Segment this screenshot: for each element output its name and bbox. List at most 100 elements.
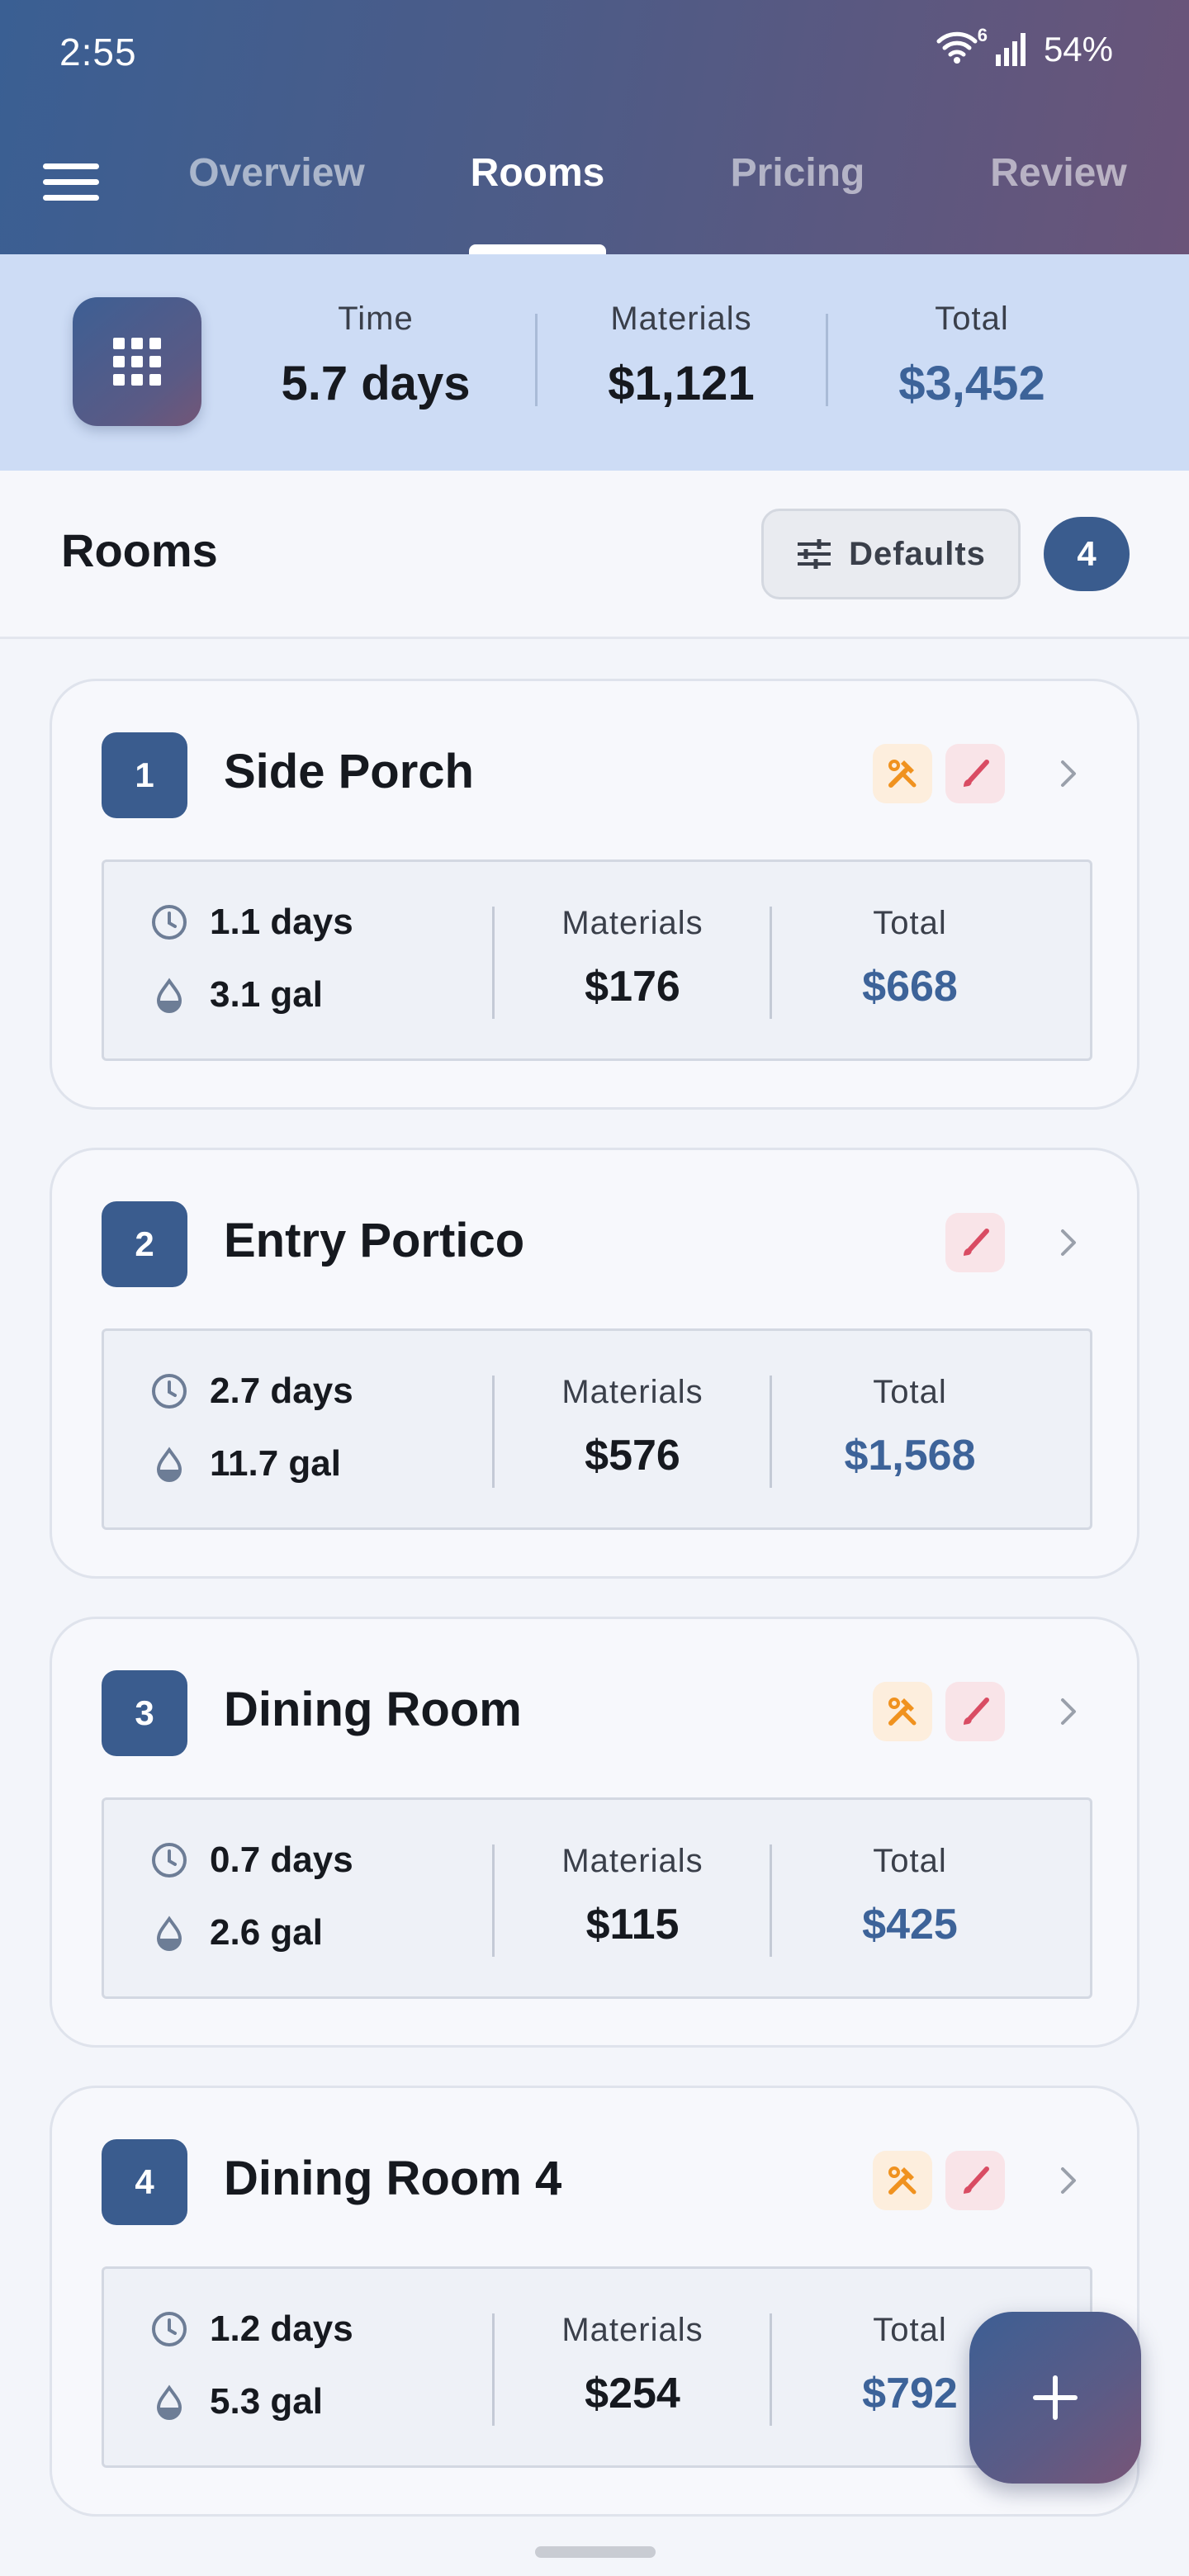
paint-drop-icon [150, 976, 188, 1014]
room-total: Total $425 [786, 1843, 1034, 1949]
room-gallons: 11.7 gal [210, 1443, 342, 1484]
summary-time-label: Time [338, 301, 414, 337]
clock-icon [150, 1841, 188, 1879]
paintbrush-icon [959, 1226, 992, 1259]
stat-divider [770, 2313, 772, 2426]
defaults-button[interactable]: Defaults [761, 509, 1021, 599]
room-total: Total $1,568 [786, 1374, 1034, 1480]
room-total-label: Total [873, 1374, 947, 1410]
tab-overview[interactable]: Overview [188, 150, 365, 196]
stat-divider [770, 1376, 772, 1488]
paint-drop-icon [150, 2383, 188, 2421]
room-name: Dining Room 4 [224, 2152, 562, 2205]
grid-icon[interactable] [73, 297, 201, 426]
room-duration: 1.1 days [150, 902, 353, 943]
status-time: 2:55 [59, 31, 137, 73]
active-tab-indicator [469, 244, 606, 254]
room-duration: 0.7 days [150, 1840, 353, 1881]
paint-drop-icon [150, 1445, 188, 1483]
room-days: 1.2 days [210, 2308, 353, 2349]
tab-rooms[interactable]: Rooms [452, 150, 623, 196]
room-stats: 2.7 days 11.7 gal Materials $576 Total $1,568 [102, 1328, 1092, 1530]
stat-divider [492, 907, 495, 1019]
room-count-badge: 4 [1044, 517, 1130, 591]
room-materials-value: $576 [585, 1432, 680, 1480]
tools-tag[interactable] [873, 744, 932, 803]
hammer-wrench-icon [886, 757, 919, 790]
summary-divider [535, 314, 538, 406]
paint-tag[interactable] [945, 2151, 1005, 2210]
room-gallons: 3.1 gal [210, 974, 323, 1015]
hammer-wrench-icon [886, 1695, 919, 1728]
tools-tag[interactable] [873, 1682, 932, 1741]
room-total-value: $1,568 [844, 1432, 976, 1480]
room-materials-label: Materials [561, 1843, 703, 1879]
room-name: Dining Room [224, 1683, 522, 1736]
tools-tag[interactable] [873, 2151, 932, 2210]
paint-tag[interactable] [945, 1213, 1005, 1272]
summary-total: Total $3,452 [854, 301, 1090, 411]
room-materials: Materials $115 [509, 1843, 756, 1949]
summary-time-value: 5.7 days [281, 357, 471, 410]
room-total-label: Total [873, 905, 947, 941]
room-materials-label: Materials [561, 2312, 703, 2348]
status-icons: 6 54% [936, 25, 1113, 69]
room-duration: 1.2 days [150, 2308, 353, 2350]
stat-divider [492, 1844, 495, 1957]
wifi-badge: 6 [977, 25, 988, 45]
room-materials-label: Materials [561, 1374, 703, 1410]
tab-pricing[interactable]: Pricing [712, 150, 883, 196]
room-days: 1.1 days [210, 902, 353, 942]
section-title: Rooms [61, 524, 218, 576]
room-stats: 0.7 days 2.6 gal Materials $115 Total $425 [102, 1797, 1092, 1999]
tab-review[interactable]: Review [979, 150, 1138, 196]
clock-icon [150, 903, 188, 941]
room-name: Side Porch [224, 745, 474, 798]
room-total-value: $668 [862, 963, 958, 1011]
room-paint-volume: 5.3 gal [150, 2381, 323, 2422]
room-days: 2.7 days [210, 1371, 353, 1411]
room-card[interactable]: 3 Dining Room 0.7 days 2.6 gal Materials $115… [50, 1617, 1139, 2048]
paintbrush-icon [959, 757, 992, 790]
room-number: 2 [102, 1201, 187, 1287]
chevron-right-icon[interactable] [1049, 1224, 1086, 1261]
paintbrush-icon [959, 1695, 992, 1728]
summary-materials-value: $1,121 [608, 357, 755, 410]
stat-divider [492, 2313, 495, 2426]
stat-divider [770, 1844, 772, 1957]
summary-materials: Materials $1,121 [561, 301, 801, 411]
room-gallons: 5.3 gal [210, 2381, 323, 2422]
room-materials-label: Materials [561, 905, 703, 941]
chevron-right-icon[interactable] [1049, 2162, 1086, 2199]
summary-time: Time 5.7 days [248, 301, 504, 411]
summary-materials-label: Materials [610, 301, 752, 337]
room-number: 1 [102, 732, 187, 818]
paintbrush-icon [959, 2164, 992, 2197]
summary-total-value: $3,452 [898, 357, 1045, 410]
app-header: 2:55 6 54% Overview Rooms Pricing Review [0, 0, 1189, 254]
room-gallons: 2.6 gal [210, 1912, 323, 1953]
stat-divider [492, 1376, 495, 1488]
status-bar: 2:55 6 54% [0, 0, 1189, 107]
tab-bar: Overview Rooms Pricing Review [0, 132, 1189, 254]
room-total-value: $425 [862, 1901, 958, 1949]
room-materials-value: $115 [585, 1901, 680, 1949]
room-card[interactable]: 2 Entry Portico 2.7 days 11.7 gal Materials $… [50, 1148, 1139, 1579]
paint-tag[interactable] [945, 744, 1005, 803]
chevron-right-icon[interactable] [1049, 1693, 1086, 1730]
add-room-button[interactable] [969, 2312, 1141, 2484]
hamburger-icon[interactable] [43, 152, 102, 211]
clock-icon [150, 2310, 188, 2348]
room-duration: 2.7 days [150, 1371, 353, 1412]
room-materials: Materials $254 [509, 2312, 756, 2418]
room-total: Total $668 [786, 905, 1034, 1011]
summary-total-label: Total [935, 301, 1009, 337]
room-materials-value: $254 [585, 2370, 680, 2417]
room-materials: Materials $176 [509, 905, 756, 1011]
chevron-right-icon[interactable] [1049, 755, 1086, 792]
paint-tag[interactable] [945, 1682, 1005, 1741]
room-card[interactable]: 1 Side Porch 1.1 days 3.1 gal Materials $176 T… [50, 679, 1139, 1110]
home-indicator [535, 2546, 656, 2558]
signal-icon [994, 31, 1032, 68]
sliders-icon [796, 537, 832, 571]
